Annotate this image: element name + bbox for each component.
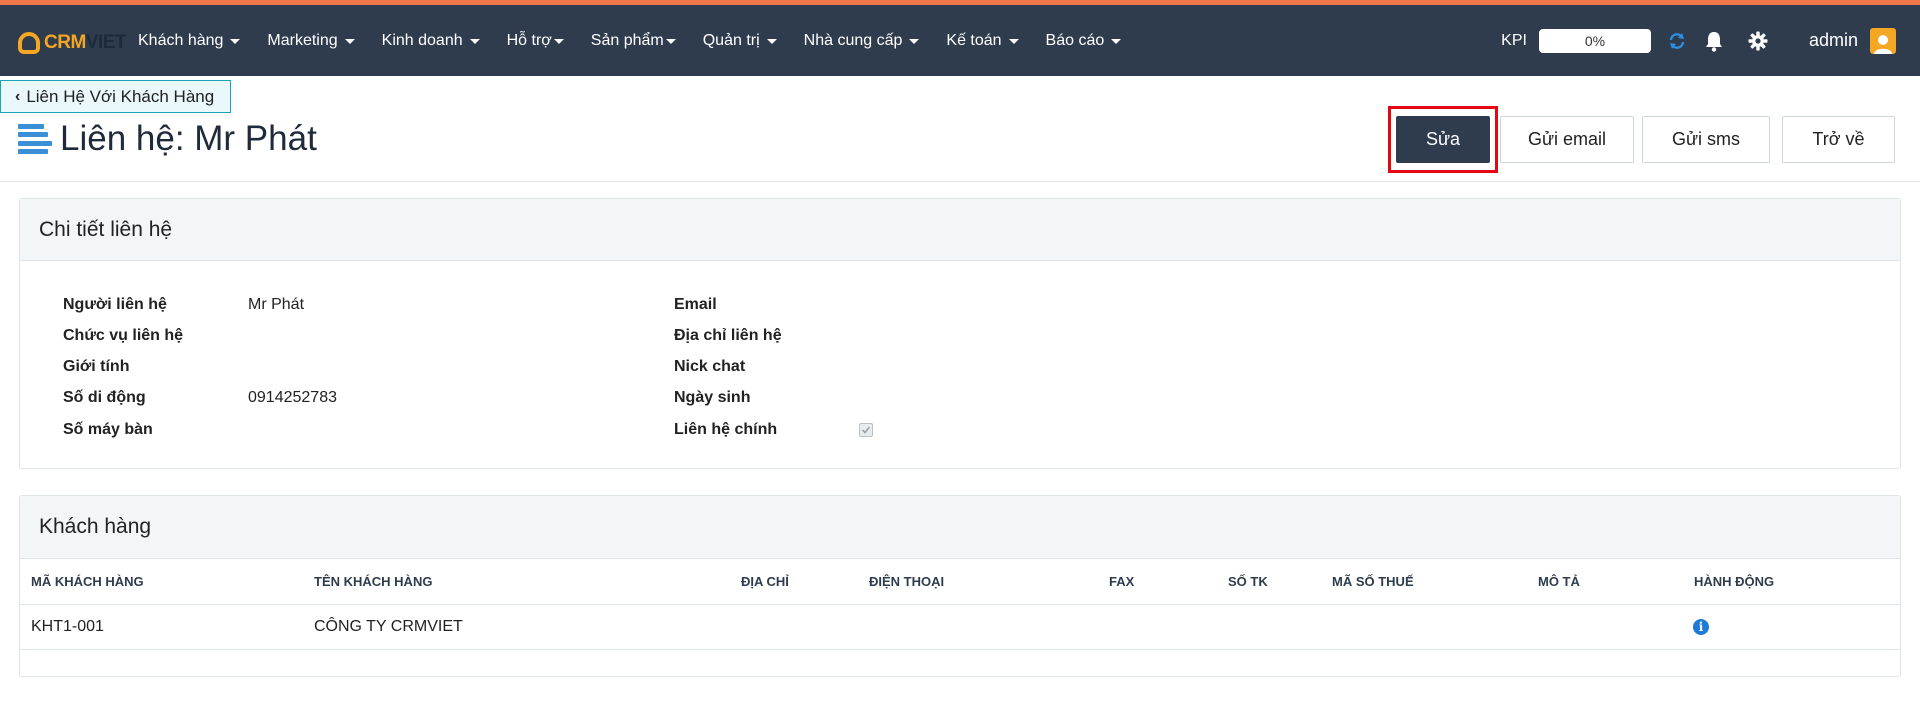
list-icon (18, 124, 52, 154)
navbar-right: KPI 0% admin (1501, 5, 1896, 76)
empty-row-cell (20, 650, 1900, 676)
main-menu: Khách hàng Marketing Kinh doanh Hỗ trợ S… (138, 5, 1148, 76)
kpi-progress: 0% (1538, 28, 1651, 53)
column-header-phone[interactable]: ĐIỆN THOẠI (858, 558, 1098, 605)
chevron-left-icon: ‹ (15, 87, 21, 105)
breadcrumb-back-link[interactable]: ‹ Liên Hệ Với Khách Hàng (0, 80, 232, 113)
cell-customer-code: KHT1-001 (20, 604, 303, 650)
user-avatar[interactable] (1870, 27, 1896, 54)
nav-item-quan-tri[interactable]: Quản trị (703, 32, 777, 50)
send-email-button[interactable]: Gửi email (1500, 116, 1634, 163)
field-label-gender: Giới tính (63, 358, 130, 375)
column-header-name[interactable]: TÊN KHÁCH HÀNG (303, 558, 730, 605)
nav-item-label: Báo cáo (1045, 31, 1105, 49)
customers-table: MÃ KHÁCH HÀNG TÊN KHÁCH HÀNG ĐỊA CHỈ ĐIỆ… (20, 558, 1900, 676)
refresh-icon[interactable] (1667, 31, 1687, 51)
nav-item-khach-hang[interactable]: Khách hàng (138, 31, 241, 50)
cell-address (730, 604, 858, 650)
kpi-label: KPI (1501, 31, 1527, 49)
nav-item-label: Hỗ trợ (506, 31, 552, 49)
cell-phone (858, 604, 1098, 650)
column-header-tax-code[interactable]: MÃ SỐ THUẾ (1321, 558, 1527, 605)
info-icon[interactable]: i (1693, 619, 1709, 635)
contact-details-body: Người liên hệ Mr Phát Chức vụ liên hệ Gi… (20, 261, 1900, 468)
breadcrumb-label: Liên Hệ Với Khách Hàng (26, 86, 215, 106)
field-value-contact-person: Mr Phát (248, 296, 305, 313)
column-header-actions: HÀNH ĐỘNG (1683, 558, 1900, 605)
table-header-row: MÃ KHÁCH HÀNG TÊN KHÁCH HÀNG ĐỊA CHỈ ĐIỆ… (20, 558, 1900, 605)
column-header-fax[interactable]: FAX (1098, 558, 1217, 605)
field-label-landline: Số máy bàn (63, 421, 153, 438)
contact-details-panel: Chi tiết liên hệ Người liên hệ Mr Phát C… (19, 198, 1901, 469)
header-divider (0, 181, 1920, 182)
logo-icon (18, 32, 40, 54)
caret-down-icon (469, 39, 480, 44)
column-header-address[interactable]: ĐỊA CHỈ (730, 558, 858, 605)
field-label-contact-person: Người liên hệ (63, 296, 167, 313)
field-label-email: Email (674, 296, 717, 313)
page-header: Liên hệ: Mr Phát (18, 118, 317, 160)
column-header-code[interactable]: MÃ KHÁCH HÀNG (20, 558, 303, 605)
primary-contact-checkbox (859, 423, 873, 437)
logo-text-crm: CRM (44, 32, 86, 53)
cell-actions: i (1683, 604, 1900, 650)
field-label-primary-contact: Liên hệ chính (674, 421, 778, 438)
cell-account (1217, 604, 1321, 650)
panel-heading-customers: Khách hàng (20, 496, 1900, 558)
field-value-mobile: 0914252783 (248, 389, 337, 406)
table-row-empty (20, 650, 1900, 676)
caret-down-icon (665, 39, 676, 44)
table-row[interactable]: KHT1-001 CÔNG TY CRMVIET i (20, 604, 1900, 650)
nav-item-label: Marketing (267, 31, 338, 49)
nav-item-marketing[interactable]: Marketing (267, 31, 355, 50)
nav-item-label: Kinh doanh (381, 31, 463, 49)
caret-down-icon (553, 39, 564, 44)
column-header-account[interactable]: SỐ TK (1217, 558, 1321, 605)
field-label-birthday: Ngày sinh (674, 389, 751, 406)
field-label-address: Địa chỉ liên hệ (674, 327, 782, 344)
cell-tax-code (1321, 604, 1527, 650)
caret-down-icon (766, 39, 777, 44)
customers-panel: Khách hàng MÃ KHÁCH HÀNG TÊN KHÁCH HÀNG … (19, 495, 1901, 677)
nav-item-ke-toan[interactable]: Kế toán (946, 31, 1019, 50)
nav-item-label: Sản phẩm (590, 31, 664, 49)
user-name[interactable]: admin (1809, 30, 1858, 51)
nav-item-label: Quản trị (702, 31, 760, 49)
back-button[interactable]: Trở về (1782, 116, 1895, 163)
page-title: Liên hệ: Mr Phát (60, 119, 317, 158)
nav-item-ho-tro[interactable]: Hỗ trợ (507, 32, 564, 50)
nav-item-bao-cao[interactable]: Báo cáo (1046, 32, 1122, 50)
field-label-position: Chức vụ liên hệ (63, 327, 184, 344)
top-navbar: CRM VIET Khách hàng Marketing Kinh doanh… (0, 5, 1920, 76)
caret-down-icon (909, 39, 920, 44)
logo-text-viet: VIET (85, 32, 127, 53)
column-header-description[interactable]: MÔ TẢ (1527, 558, 1683, 605)
nav-item-san-pham[interactable]: Sản phẩm (591, 32, 676, 50)
cell-customer-name: CÔNG TY CRMVIET (303, 604, 730, 650)
cell-fax (1098, 604, 1217, 650)
send-sms-button[interactable]: Gửi sms (1642, 116, 1770, 163)
field-label-mobile: Số di động (63, 389, 146, 406)
nav-item-nha-cung-cap[interactable]: Nhà cung cấp (804, 32, 920, 50)
caret-down-icon (344, 39, 355, 44)
nav-item-label: Nhà cung cấp (803, 31, 903, 49)
edit-button[interactable]: Sửa (1396, 116, 1490, 163)
caret-down-icon (230, 39, 241, 44)
caret-down-icon (1008, 39, 1019, 44)
caret-down-icon (1111, 39, 1122, 44)
nav-item-label: Khách hàng (138, 31, 224, 49)
nav-item-kinh-doanh[interactable]: Kinh doanh (382, 32, 480, 50)
crmviet-logo[interactable]: CRM VIET (18, 27, 127, 59)
nav-item-label: Kế toán (946, 31, 1002, 49)
cell-description (1527, 604, 1683, 650)
panel-heading-details: Chi tiết liên hệ (20, 199, 1900, 261)
field-label-nick-chat: Nick chat (674, 358, 746, 375)
gear-icon[interactable] (1747, 30, 1769, 52)
bell-icon[interactable] (1703, 30, 1725, 52)
